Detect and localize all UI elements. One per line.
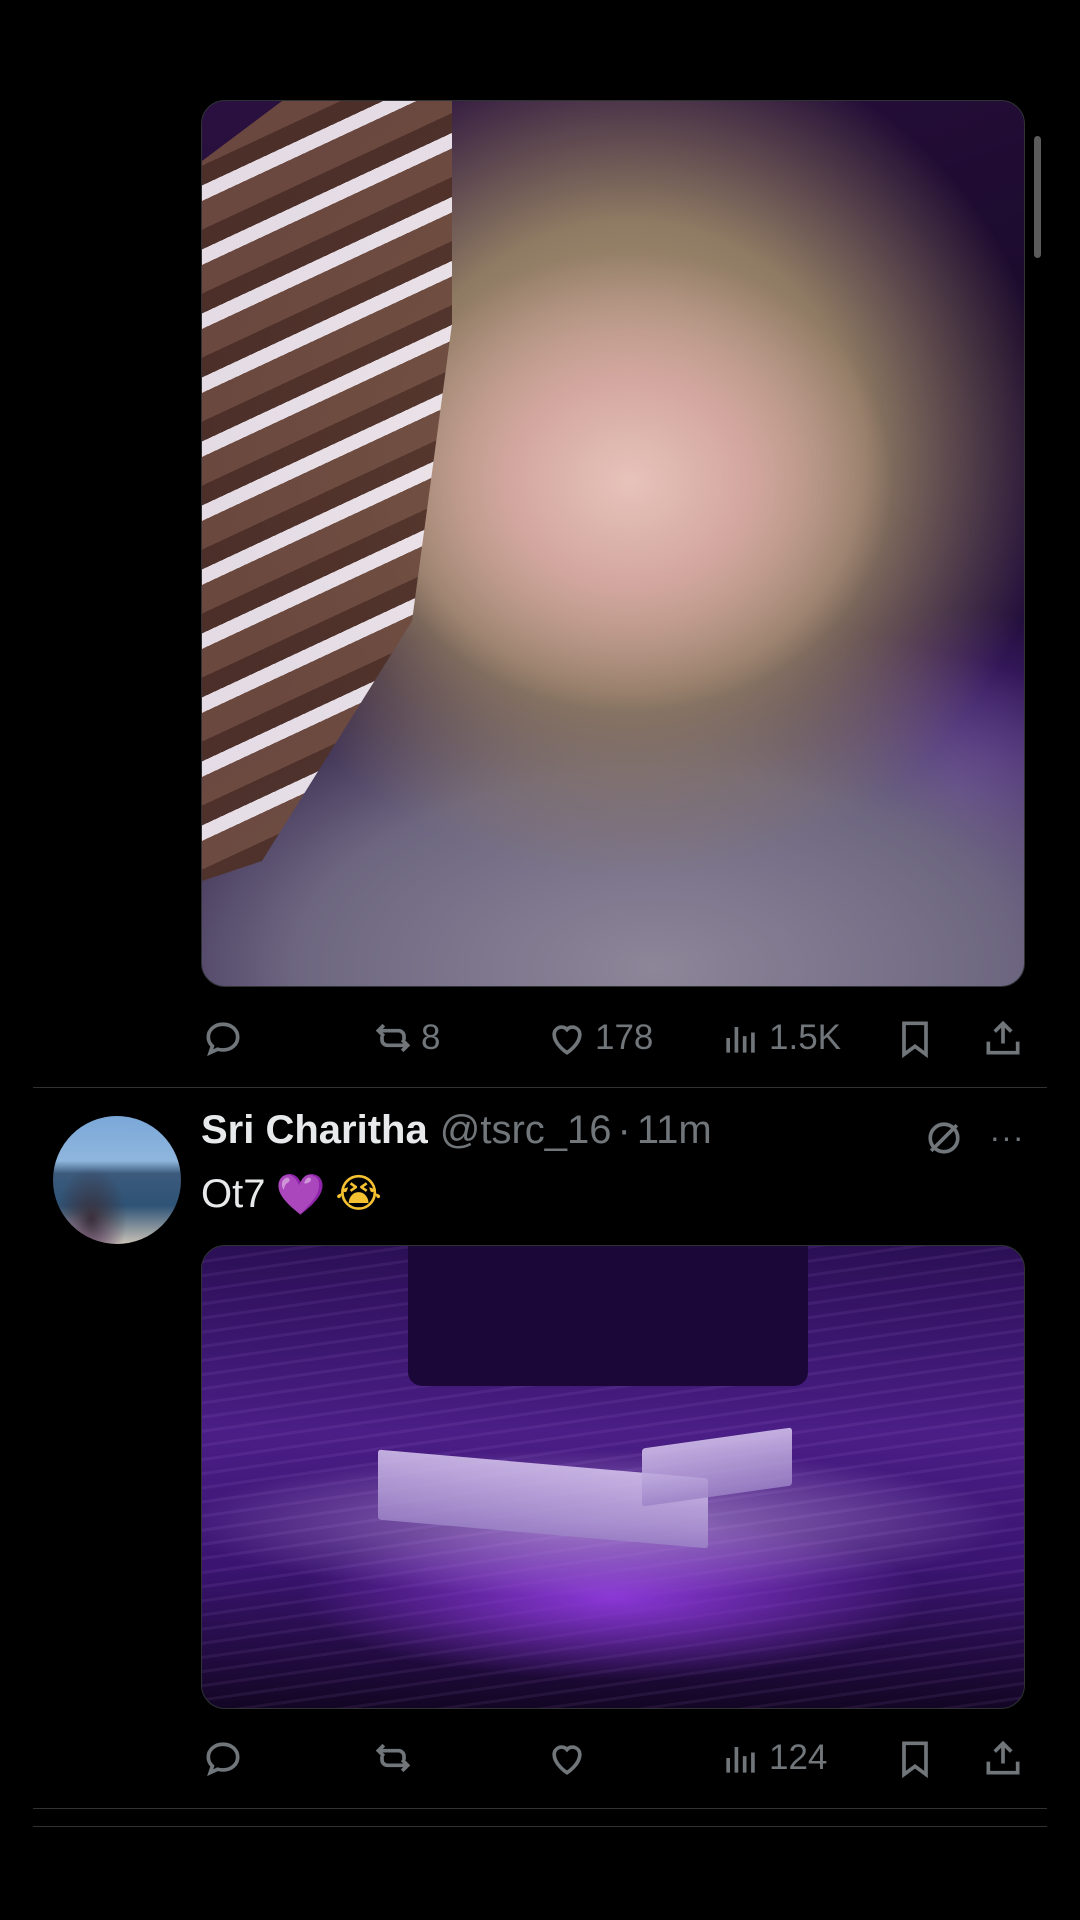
share-icon: [986, 1020, 1020, 1055]
like-button[interactable]: 178: [545, 1013, 653, 1063]
views-count: 124: [769, 1738, 828, 1777]
repost-button[interactable]: [371, 1733, 421, 1783]
crying-face-emoji: 😭: [335, 1171, 383, 1217]
post-action-bar: 124: [201, 1733, 1025, 1783]
stage-screen-detail: [642, 1427, 792, 1507]
reply-icon: [206, 1742, 240, 1777]
post-media-image[interactable]: [201, 100, 1025, 987]
purple-heart-emoji: 💜: [275, 1171, 326, 1218]
like-icon: [552, 1025, 582, 1055]
avatar[interactable]: [53, 1116, 181, 1244]
bookmark-button[interactable]: [893, 1733, 937, 1783]
repost-count: 8: [421, 1018, 441, 1057]
header-separator: ·: [617, 1108, 631, 1152]
post-timestamp[interactable]: 11m: [637, 1108, 712, 1153]
scrollbar[interactable]: [1034, 136, 1041, 258]
post-text: Ot7 💜 😭: [201, 1168, 382, 1220]
grok-icon[interactable]: [922, 1116, 966, 1160]
like-button[interactable]: [545, 1733, 595, 1783]
views-icon: [726, 1747, 755, 1773]
post-divider: [33, 1826, 1047, 1827]
views-count: 1.5K: [769, 1018, 841, 1057]
bookmark-icon: [902, 1021, 928, 1059]
share-button[interactable]: [981, 1013, 1025, 1063]
author-handle[interactable]: @tsrc_16: [440, 1108, 612, 1153]
repost-button[interactable]: 8: [371, 1013, 440, 1063]
more-icon[interactable]: ···: [987, 1121, 1027, 1153]
bookmark-icon: [902, 1741, 928, 1779]
share-button[interactable]: [981, 1733, 1025, 1783]
reply-icon: [206, 1022, 240, 1057]
author-name[interactable]: Sri Charitha: [201, 1108, 428, 1153]
like-count: 178: [595, 1018, 654, 1057]
post-media-image[interactable]: [201, 1245, 1025, 1709]
post-divider: [33, 1808, 1047, 1809]
repost-icon: [375, 1023, 411, 1053]
views-icon: [726, 1027, 755, 1053]
repost-icon: [375, 1743, 411, 1773]
post-divider: [33, 1087, 1047, 1088]
stadium-roof-detail: [408, 1246, 808, 1386]
reply-button[interactable]: [201, 1013, 251, 1063]
views-button[interactable]: 124: [719, 1733, 827, 1783]
post-header: Sri Charitha @tsrc_16 · 11m: [201, 1108, 712, 1160]
reply-button[interactable]: [201, 1733, 251, 1783]
like-icon: [552, 1745, 582, 1775]
views-button[interactable]: 1.5K: [719, 1013, 841, 1063]
post-action-bar: 8 178 1.5K: [201, 1013, 1025, 1063]
post-text-body: Ot7: [201, 1171, 266, 1216]
media-image-detail: [202, 101, 452, 881]
bookmark-button[interactable]: [893, 1013, 937, 1063]
share-icon: [986, 1740, 1020, 1775]
